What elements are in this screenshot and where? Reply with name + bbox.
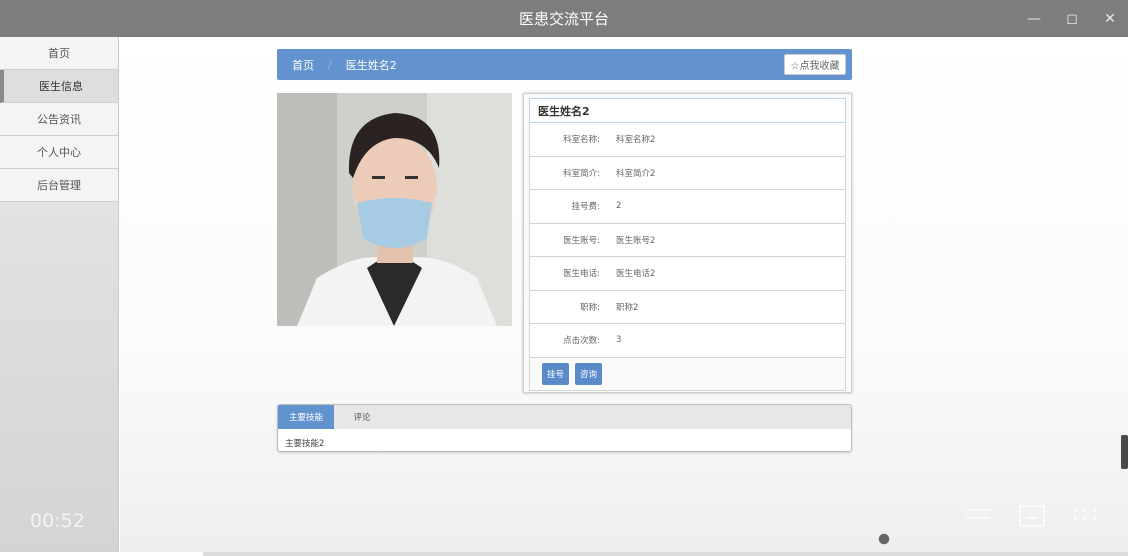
main-content: 首页 / 医生姓名2 ☆点我收藏 医生姓名2 科室名称: 科室名称2 科室简介:… [120,37,1128,556]
minimize-icon[interactable]: — [1026,11,1042,27]
doctor-photo [277,93,512,326]
info-label: 职称: [580,302,600,313]
video-elapsed-time: 00:52 [30,510,85,532]
grid-dots-icon[interactable] [1072,507,1098,521]
tabs-panel: 主要技能 评论 主要技能2 [277,404,852,452]
video-progress-fill [0,552,204,556]
info-label: 医生电话: [563,269,600,280]
tab-main-skills[interactable]: 主要技能 [278,405,334,429]
info-row-registration-fee: 挂号费: 2 [529,190,846,224]
info-row-doctor-account: 医生账号: 医生账号2 [529,223,846,257]
info-label: 医生账号: [563,235,600,246]
maximize-icon[interactable]: ◻ [1064,11,1080,27]
info-value: 2 [616,201,622,212]
info-row-click-count: 点击次数: 3 [529,324,846,358]
close-icon[interactable]: ✕ [1102,11,1118,27]
window-title: 医患交流平台 [518,10,609,28]
info-row-department-intro: 科室简介: 科室简介2 [529,156,846,190]
info-value: 科室简介2 [616,168,656,179]
window-controls: — ◻ ✕ [1026,0,1118,37]
sidebar-nav: 首页 医生信息 公告资讯 个人中心 后台管理 00:52 [0,37,119,556]
info-value: 3 [616,335,622,346]
info-label: 科室简介: [563,168,600,179]
tab-strip: 主要技能 评论 [278,405,851,429]
window-titlebar: 医患交流平台 — ◻ ✕ [0,0,1128,37]
side-scroll-handle[interactable] [1121,435,1128,469]
sidebar-item-doctor-info[interactable]: 医生信息 [0,70,118,103]
sidebar-item-label: 医生信息 [39,80,83,93]
doctor-name-heading: 医生姓名2 [529,98,846,123]
breadcrumb-home-link[interactable]: 首页 [292,57,314,73]
sidebar-item-personal-center[interactable]: 个人中心 [0,136,118,169]
info-row-doctor-phone: 医生电话: 医生电话2 [529,257,846,291]
breadcrumb-separator: / [328,58,332,71]
info-value: 医生账号2 [616,235,656,246]
info-value: 医生电话2 [616,269,656,280]
favorite-button[interactable]: ☆点我收藏 [784,54,846,75]
doctor-info-panel: 医生姓名2 科室名称: 科室名称2 科室简介: 科室简介2 挂号费: 2 医生账… [523,93,852,393]
info-row-title: 职称: 职称2 [529,290,846,324]
sidebar-item-label: 首页 [48,47,70,60]
sidebar-item-home[interactable]: 首页 [0,37,118,70]
tab-comments[interactable]: 评论 [334,405,390,429]
breadcrumb: 首页 / 医生姓名2 ☆点我收藏 [277,49,852,80]
info-value: 科室名称2 [616,135,656,146]
consult-button[interactable]: 咨询 [575,362,602,385]
tab-content: 主要技能2 [285,439,325,449]
info-row-department: 科室名称: 科室名称2 [529,123,846,157]
info-actions: 挂号 咨询 [529,357,846,391]
doctor-photo-image [277,93,512,326]
video-progress-bar[interactable] [0,552,1128,556]
sidebar-item-announcements[interactable]: 公告资讯 [0,103,118,136]
sidebar-item-label: 后台管理 [37,179,81,192]
info-value: 职称2 [616,302,639,313]
mouse-cursor-icon [877,532,891,546]
menu-lines-icon[interactable] [964,508,992,520]
sidebar-item-admin[interactable]: 后台管理 [0,169,118,202]
sidebar-item-label: 个人中心 [37,146,81,159]
breadcrumb-current: 医生姓名2 [345,58,397,72]
info-label: 挂号费: [571,202,600,213]
sidebar-item-label: 公告资讯 [37,113,81,126]
info-label: 科室名称: [563,135,600,146]
register-button[interactable]: 挂号 [542,362,569,385]
info-label: 点击次数: [563,336,600,347]
subtitle-icon[interactable] [1019,505,1045,527]
